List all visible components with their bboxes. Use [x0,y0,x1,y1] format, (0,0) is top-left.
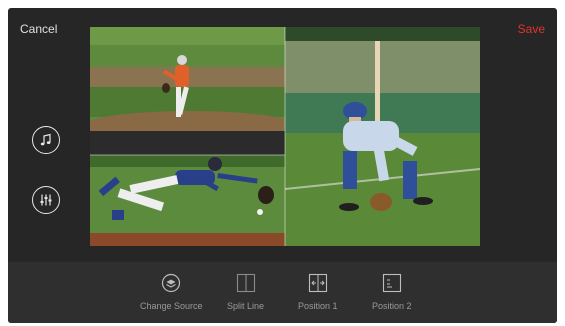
split-divider[interactable] [284,27,286,246]
video-editor-screen: Cancel Save Change Source Split Line Pos… [8,8,557,323]
split-divider-horizontal[interactable] [90,154,285,156]
position-1-icon [307,272,329,294]
split-line-button[interactable]: Split Line [227,272,264,311]
pitcher-video-frame [90,27,285,155]
position-1-button[interactable]: Position 1 [298,272,338,311]
position-1-label: Position 1 [298,301,338,311]
video-tile-infielder[interactable] [285,27,480,246]
music-note-icon [40,133,51,146]
split-video-preview[interactable] [90,27,480,246]
save-button[interactable]: Save [518,22,545,36]
bottom-toolbar: Change Source Split Line Position 1 Posi… [8,262,557,323]
music-button[interactable] [32,126,60,154]
position-2-label: Position 2 [372,301,412,311]
split-line-icon [235,272,257,294]
diving-fielder-video-frame [90,155,285,246]
audio-mixer-button[interactable] [32,186,60,214]
split-line-label: Split Line [227,301,265,311]
position-2-icon [381,272,403,294]
change-source-label: Change Source [140,301,203,311]
video-tile-pitcher[interactable] [90,27,285,155]
cancel-button[interactable]: Cancel [20,22,57,36]
mixer-sliders-icon [40,194,52,206]
change-source-button[interactable]: Change Source [140,272,203,311]
position-2-button[interactable]: Position 2 [372,272,412,311]
layers-icon [160,272,182,294]
video-tile-diving-fielder[interactable] [90,155,285,246]
infielder-video-frame [285,27,480,246]
